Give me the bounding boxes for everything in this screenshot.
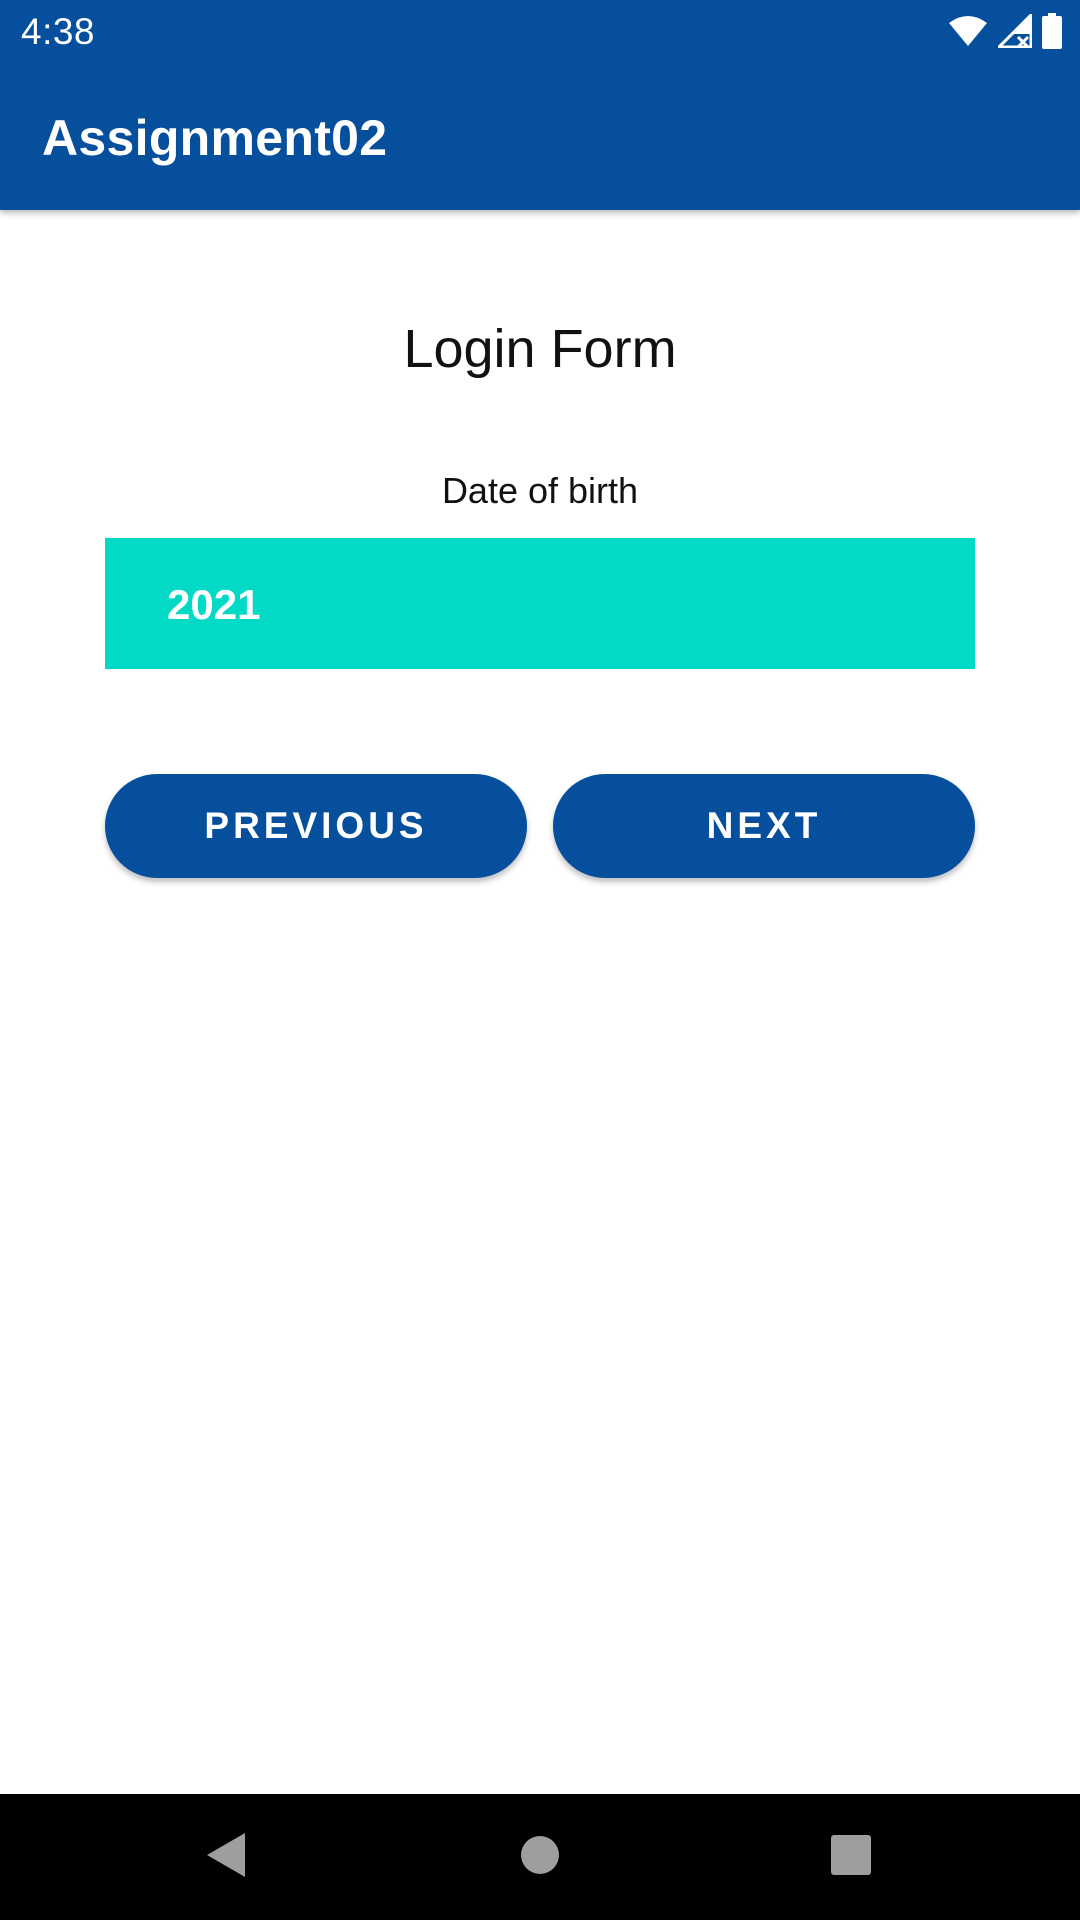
status-time: 4:38: [21, 11, 96, 52]
previous-button[interactable]: PREVIOUS: [105, 774, 527, 878]
status-icons: [948, 12, 1062, 50]
recents-button[interactable]: [771, 1794, 931, 1920]
back-icon: [205, 1832, 247, 1883]
wifi-icon: [948, 15, 988, 47]
screen: 4:38 Assignment02 Login Form Date of bir…: [0, 0, 1080, 1920]
navigation-bar: [0, 1794, 1080, 1920]
home-icon: [520, 1835, 560, 1880]
recents-icon: [831, 1834, 871, 1880]
status-bar: 4:38: [0, 0, 1080, 63]
app-bar: Assignment02: [0, 63, 1080, 210]
back-button[interactable]: [146, 1794, 306, 1920]
battery-icon: [1042, 13, 1062, 49]
dob-label: Date of birth: [441, 470, 639, 511]
home-button[interactable]: [460, 1794, 620, 1920]
cell-signal-icon: [998, 14, 1032, 48]
form-title: Login Form: [403, 319, 677, 379]
app-title: Assignment02: [42, 110, 388, 166]
year-field[interactable]: 2021: [105, 538, 975, 669]
next-button[interactable]: NEXT: [553, 774, 975, 878]
year-value: 2021: [167, 581, 261, 628]
